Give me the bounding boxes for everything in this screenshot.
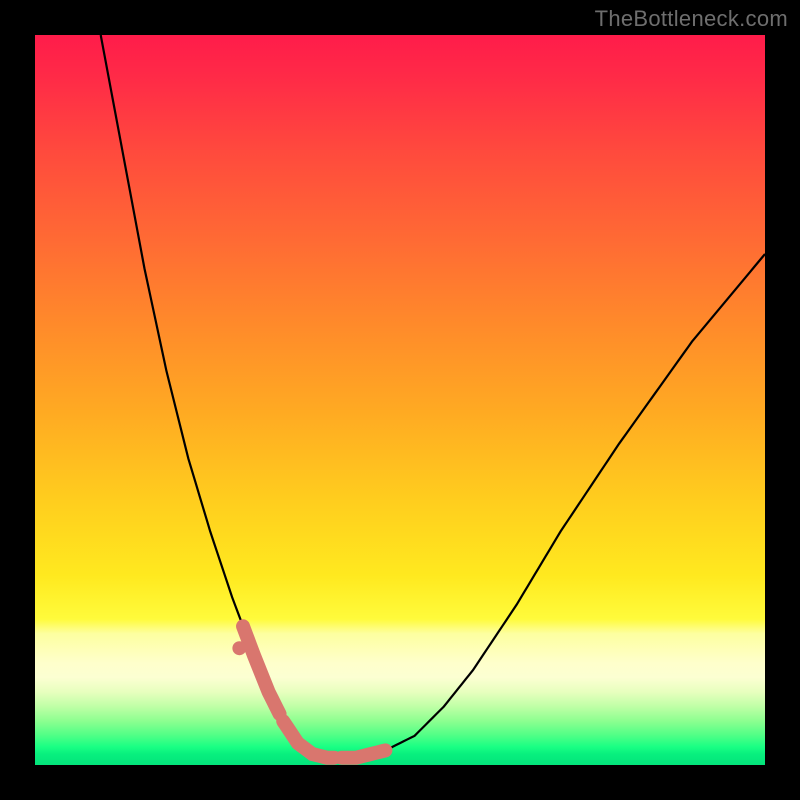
marker-dot — [232, 641, 246, 655]
marker-band-floor — [283, 721, 334, 758]
chart-frame: TheBottleneck.com — [0, 0, 800, 800]
marker-band-left — [243, 626, 279, 714]
watermark-text: TheBottleneck.com — [595, 6, 788, 32]
marker-band-right — [342, 750, 386, 757]
curve-svg — [35, 35, 765, 765]
bottleneck-curve — [101, 35, 765, 758]
plot-area — [35, 35, 765, 765]
